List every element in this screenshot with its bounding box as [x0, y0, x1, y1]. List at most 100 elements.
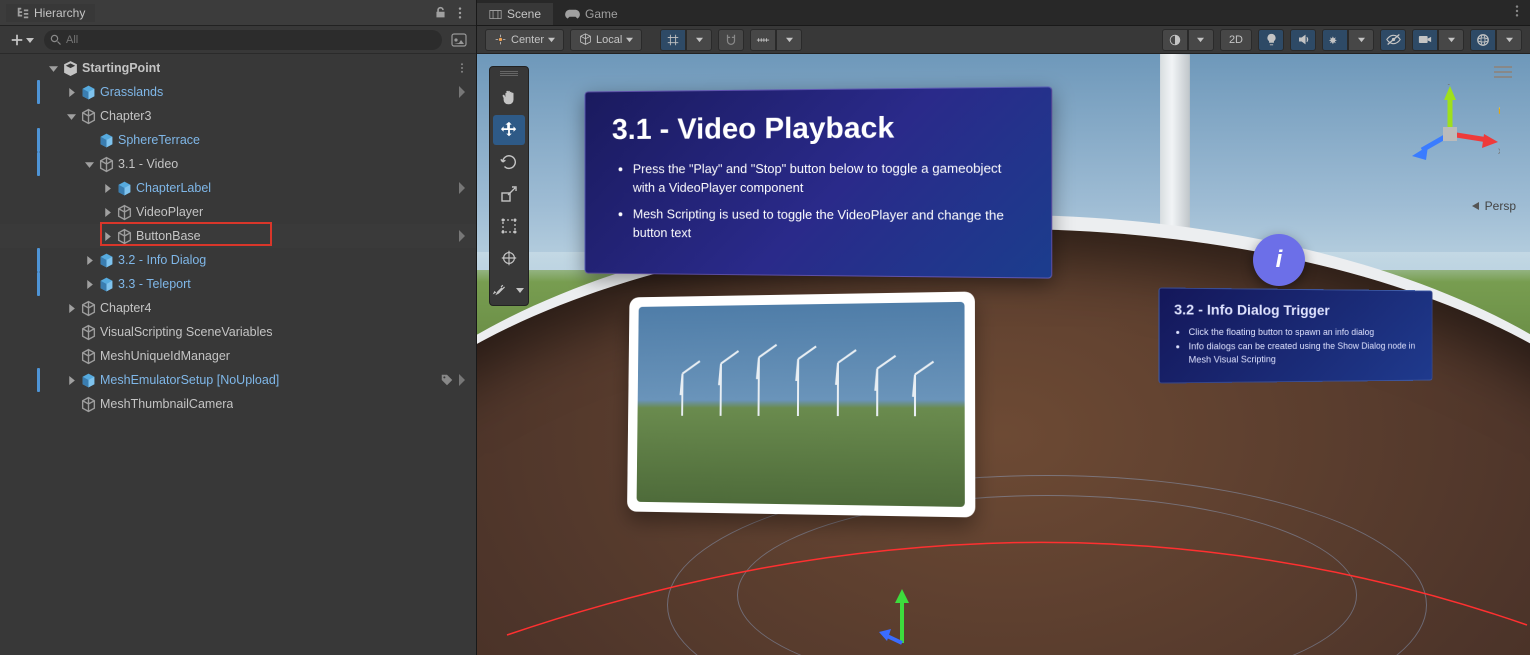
- hierarchy-item[interactable]: 3.2 - Info Dialog: [0, 248, 476, 272]
- hierarchy-item[interactable]: SphereTerrace: [0, 128, 476, 152]
- audio-toggle[interactable]: [1290, 29, 1316, 51]
- foldout-icon[interactable]: [47, 62, 59, 74]
- hierarchy-item[interactable]: Chapter3: [0, 104, 476, 128]
- visibility-toggle[interactable]: [1380, 29, 1406, 51]
- triangle-left-icon: [1471, 201, 1481, 211]
- hierarchy-panel: Hierarchy StartingPoint Grasslan: [0, 0, 477, 655]
- info-dialog-button[interactable]: i: [1253, 234, 1305, 286]
- search-input[interactable]: [66, 34, 436, 46]
- fx-toggle[interactable]: [1322, 29, 1348, 51]
- draw-mode-button[interactable]: [1162, 29, 1188, 51]
- move-tool[interactable]: [493, 115, 525, 145]
- gizmos-dropdown[interactable]: [1496, 29, 1522, 51]
- svg-text:x: x: [1498, 146, 1500, 157]
- snap-settings-dropdown[interactable]: [776, 29, 802, 51]
- grid-snap-button[interactable]: [660, 29, 686, 51]
- video-thumbnail: [637, 302, 965, 507]
- orientation-gizmo[interactable]: y x 🔒: [1400, 84, 1500, 184]
- pivot-mode-button[interactable]: Center: [485, 29, 564, 51]
- lighting-toggle[interactable]: [1258, 29, 1284, 51]
- scene-viewport[interactable]: 3.1 - Video Playback Press the "Play" an…: [477, 54, 1530, 655]
- toggle-2d-label: 2D: [1229, 34, 1243, 46]
- tab-game[interactable]: Game: [553, 3, 630, 25]
- foldout-icon[interactable]: [101, 230, 113, 242]
- info-icon: i: [1276, 246, 1283, 274]
- hierarchy-item[interactable]: ButtonBase: [0, 224, 476, 248]
- foldout-icon[interactable]: [65, 110, 77, 122]
- hierarchy-item[interactable]: Chapter4: [0, 296, 476, 320]
- video-player-frame: [627, 291, 975, 517]
- snap-settings-button[interactable]: [750, 29, 776, 51]
- svg-text:y: y: [1448, 84, 1453, 86]
- gameobject-name: MeshThumbnailCamera: [100, 397, 233, 411]
- chapter-label-card: 3.1 - Video Playback Press the "Play" an…: [584, 86, 1052, 279]
- gameobject-name: MeshUniqueIdManager: [100, 349, 230, 363]
- palette-grip[interactable]: [500, 71, 518, 77]
- kebab-icon[interactable]: [456, 62, 468, 74]
- prefab-bar: [37, 152, 40, 176]
- camera-dropdown[interactable]: [1438, 29, 1464, 51]
- pivot-icon: [494, 33, 507, 46]
- scale-tool[interactable]: [493, 179, 525, 209]
- hierarchy-item[interactable]: VisualScripting SceneVariables: [0, 320, 476, 344]
- gameobject-icon: [80, 372, 97, 389]
- custom-tools-button[interactable]: [488, 279, 508, 301]
- hand-tool[interactable]: [493, 83, 525, 113]
- scene-root-row[interactable]: StartingPoint: [0, 56, 476, 80]
- gameobject-icon: [80, 348, 97, 365]
- hierarchy-item[interactable]: MeshEmulatorSetup [NoUpload]: [0, 368, 476, 392]
- snap-increment-button[interactable]: [718, 29, 744, 51]
- grid-snap-dropdown[interactable]: [686, 29, 712, 51]
- hierarchy-item[interactable]: MeshUniqueIdManager: [0, 344, 476, 368]
- lock-icon[interactable]: [430, 3, 450, 23]
- tab-scene[interactable]: Scene: [477, 3, 553, 25]
- space-mode-button[interactable]: Local: [570, 29, 642, 51]
- foldout-icon[interactable]: [65, 374, 77, 386]
- hierarchy-tab[interactable]: Hierarchy: [6, 4, 95, 22]
- type-filter-button[interactable]: [448, 30, 470, 50]
- foldout-icon[interactable]: [83, 158, 95, 170]
- draw-mode-dropdown[interactable]: [1188, 29, 1214, 51]
- foldout-icon[interactable]: [83, 278, 95, 290]
- gameobject-icon: [98, 252, 115, 269]
- local-icon: [579, 33, 592, 46]
- foldout-icon[interactable]: [65, 302, 77, 314]
- hierarchy-item[interactable]: 3.3 - Teleport: [0, 272, 476, 296]
- hierarchy-item[interactable]: ChapterLabel: [0, 176, 476, 200]
- gizmos-toggle[interactable]: [1470, 29, 1496, 51]
- hierarchy-search[interactable]: [44, 30, 442, 50]
- gameobject-icon: [98, 156, 115, 173]
- camera-button[interactable]: [1412, 29, 1438, 51]
- panel-menu-icon[interactable]: [450, 3, 470, 23]
- prefab-bar: [37, 368, 40, 392]
- gameobject-name: Chapter4: [100, 301, 151, 315]
- hierarchy-item[interactable]: Grasslands: [0, 80, 476, 104]
- audio-icon: [1297, 33, 1310, 46]
- fx-icon: [1329, 33, 1342, 46]
- tab-menu-icon[interactable]: [1510, 4, 1524, 18]
- foldout-icon[interactable]: [101, 206, 113, 218]
- transform-tool[interactable]: [493, 243, 525, 273]
- add-button[interactable]: [6, 30, 38, 50]
- hierarchy-icon: [16, 6, 30, 20]
- grid-icon: [666, 33, 680, 47]
- foldout-icon[interactable]: [83, 254, 95, 266]
- rect-tool[interactable]: [493, 211, 525, 241]
- gameobject-name: 3.2 - Info Dialog: [118, 253, 206, 267]
- prefab-bar: [37, 80, 40, 104]
- gamepad-icon: [565, 8, 580, 21]
- fx-dropdown[interactable]: [1348, 29, 1374, 51]
- rotate-tool[interactable]: [493, 147, 525, 177]
- foldout-icon[interactable]: [101, 182, 113, 194]
- toggle-2d-button[interactable]: 2D: [1220, 29, 1252, 51]
- custom-tools-dropdown[interactable]: [510, 279, 530, 301]
- foldout-icon[interactable]: [65, 86, 77, 98]
- perspective-label[interactable]: Persp: [1471, 199, 1516, 213]
- hierarchy-item[interactable]: VideoPlayer: [0, 200, 476, 224]
- tab-game-label: Game: [585, 7, 618, 21]
- transform-gizmo[interactable]: [877, 583, 927, 653]
- hierarchy-item[interactable]: MeshThumbnailCamera: [0, 392, 476, 416]
- gameobject-icon: [116, 204, 133, 221]
- overlay-menu-icon[interactable]: [1494, 66, 1512, 78]
- hierarchy-item[interactable]: 3.1 - Video: [0, 152, 476, 176]
